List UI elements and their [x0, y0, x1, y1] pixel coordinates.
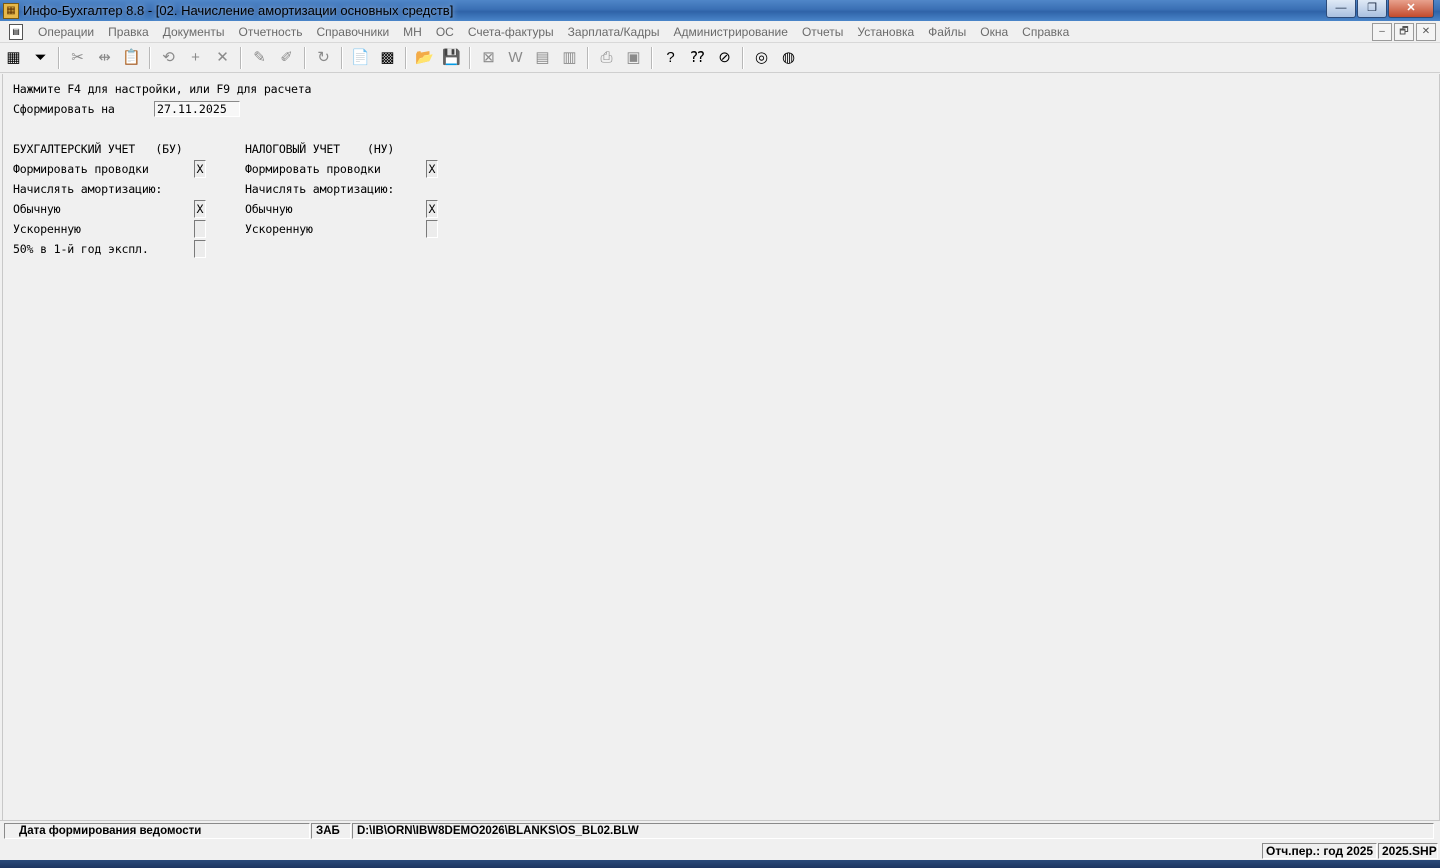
- calculator-icon[interactable]: ▩: [377, 47, 399, 69]
- status-file: 2025.SHP: [1378, 843, 1438, 859]
- app-icon: ▦: [3, 2, 19, 19]
- refresh-icon[interactable]: ↻: [313, 47, 335, 69]
- menu-invoices[interactable]: Счета-фактуры: [461, 25, 561, 39]
- bu-post-label: Формировать проводки: [13, 162, 149, 176]
- menu-mn[interactable]: МН: [396, 25, 429, 39]
- menu-operations[interactable]: Операции: [31, 25, 101, 39]
- filter-icon[interactable]: ⏷: [30, 47, 52, 69]
- menu-files[interactable]: Файлы: [921, 25, 973, 39]
- nu-post-label: Формировать проводки: [245, 162, 381, 176]
- bu-accel-checkbox[interactable]: [194, 220, 206, 238]
- form-area: Нажмите F4 для настройки, или F9 для рас…: [2, 74, 1440, 820]
- menu-administration[interactable]: Администрирование: [667, 25, 795, 39]
- menu-os[interactable]: ОС: [429, 25, 461, 39]
- restore-button[interactable]: ❐: [1357, 0, 1387, 18]
- mdi-restore-button[interactable]: 🗗: [1394, 23, 1414, 41]
- window-controls: — ❐ ✕: [1325, 0, 1434, 18]
- status-path: D:\IB\ORN\IBW8DEMO2026\BLANKS\OS_BL02.BL…: [352, 823, 1434, 839]
- menu-reports[interactable]: Отчеты: [795, 25, 850, 39]
- word-export-icon[interactable]: W: [505, 47, 527, 69]
- delete-icon[interactable]: ✕: [212, 47, 234, 69]
- toolbar-separator: [742, 46, 744, 69]
- close-button[interactable]: ✕: [1388, 0, 1434, 18]
- toolbar: ▦ ⏷ ✂ ⇹ 📋 ⟲ + ✕ ✎ ✐ ↻ 📄 ▩ 📂 💾 ⊠ W ▤ ▥ ⎙ ▣? ⁇ ⊘ ◎ ◍: [0, 43, 1440, 73]
- date-label: Сформировать на: [13, 102, 115, 116]
- toolbar-separator: [469, 46, 471, 69]
- menu-help[interactable]: Справка: [1015, 25, 1076, 39]
- cut-icon[interactable]: ✂: [67, 47, 89, 69]
- split-icon[interactable]: ⇹: [94, 47, 116, 69]
- document-icon[interactable]: ▤: [9, 23, 23, 40]
- bu-accel-label: Ускоренную: [13, 222, 81, 236]
- menu-bar: ▤ Операции Правка Документы Отчетность С…: [0, 21, 1440, 43]
- nu-normal-checkbox[interactable]: X: [426, 200, 438, 218]
- status-bar: Дата формирования ведомости ЗАБ D:\IB\OR…: [0, 820, 1440, 841]
- nu-post-checkbox[interactable]: X: [426, 160, 438, 178]
- status-period: Отч.пер.: год 2025: [1262, 843, 1377, 859]
- menu-reporting[interactable]: Отчетность: [232, 25, 310, 39]
- bu-normal-checkbox[interactable]: X: [194, 200, 206, 218]
- bu-first-year-label: 50% в 1-й год экспл.: [13, 242, 149, 256]
- save-icon[interactable]: 💾: [441, 47, 463, 69]
- toolbar-separator: [651, 46, 653, 69]
- status-description: Дата формирования ведомости: [4, 823, 310, 839]
- wand-calc-icon[interactable]: ✐: [276, 47, 298, 69]
- mdi-minimize-button[interactable]: –: [1372, 23, 1392, 41]
- globe-icon[interactable]: ◍: [778, 47, 800, 69]
- mdi-close-button[interactable]: ✕: [1416, 23, 1436, 41]
- lifebuoy-icon[interactable]: ◎: [751, 47, 773, 69]
- toolbar-separator: [149, 46, 151, 69]
- bu-first-year-checkbox[interactable]: [194, 240, 206, 258]
- print-icon[interactable]: ⎙: [596, 47, 618, 69]
- bu-post-checkbox[interactable]: X: [194, 160, 206, 178]
- toolbar-separator: [58, 46, 60, 69]
- menu-edit[interactable]: Правка: [101, 25, 156, 39]
- table-view-icon[interactable]: ▦: [3, 47, 25, 69]
- title-bar: ▦ Инфо-Бухгалтер 8.8 - [02. Начисление а…: [0, 0, 1440, 21]
- excel-export-icon[interactable]: ⊠: [478, 47, 500, 69]
- status-bar-secondary: Отч.пер.: год 2025 2025.SHP: [0, 842, 1440, 860]
- menu-setup[interactable]: Установка: [850, 25, 921, 39]
- window-title: Инфо-Бухгалтер 8.8 - [02. Начисление амо…: [23, 3, 454, 18]
- paste-icon[interactable]: 📋: [121, 47, 143, 69]
- compass-icon[interactable]: ⊘: [714, 47, 736, 69]
- context-help-icon[interactable]: ⁇: [687, 47, 709, 69]
- nu-accel-label: Ускоренную: [245, 222, 313, 236]
- minimize-button[interactable]: —: [1326, 0, 1356, 18]
- help-icon[interactable]: ?: [660, 47, 682, 69]
- status-mode: ЗАБ: [311, 823, 351, 839]
- menu-documents[interactable]: Документы: [156, 25, 232, 39]
- bu-accrue-label: Начислять амортизацию:: [13, 182, 163, 196]
- bu-header: БУХГАЛТЕРСКИЙ УЧЕТ (БУ): [13, 142, 183, 156]
- wand-icon[interactable]: ✎: [249, 47, 271, 69]
- open-folder-icon[interactable]: 📂: [414, 47, 436, 69]
- doc-icon[interactable]: ▤: [532, 47, 554, 69]
- menu-windows[interactable]: Окна: [973, 25, 1015, 39]
- doc-alt-icon[interactable]: ▥: [559, 47, 581, 69]
- menu-references[interactable]: Справочники: [309, 25, 396, 39]
- mdi-controls: – 🗗 ✕: [1370, 23, 1436, 41]
- nu-accel-checkbox[interactable]: [426, 220, 438, 238]
- toolbar-separator: [405, 46, 407, 69]
- add-icon[interactable]: +: [185, 47, 207, 69]
- pdf-export-icon[interactable]: 📄: [350, 47, 372, 69]
- nu-normal-label: Обычную: [245, 202, 293, 216]
- bu-normal-label: Обычную: [13, 202, 61, 216]
- taskbar: [0, 860, 1440, 868]
- toolbar-separator: [341, 46, 343, 69]
- print-preview-icon[interactable]: ▣: [623, 47, 645, 69]
- nu-accrue-label: Начислять амортизацию:: [245, 182, 395, 196]
- nu-header: НАЛОГОВЫЙ УЧЕТ (НУ): [245, 142, 395, 156]
- hint-text: Нажмите F4 для настройки, или F9 для рас…: [13, 82, 312, 96]
- toolbar-separator: [304, 46, 306, 69]
- rotate-180-icon[interactable]: ⟲: [158, 47, 180, 69]
- toolbar-separator: [587, 46, 589, 69]
- date-field[interactable]: 27.11.2025: [154, 101, 240, 117]
- menu-payroll[interactable]: Зарплата/Кадры: [561, 25, 667, 39]
- toolbar-separator: [240, 46, 242, 69]
